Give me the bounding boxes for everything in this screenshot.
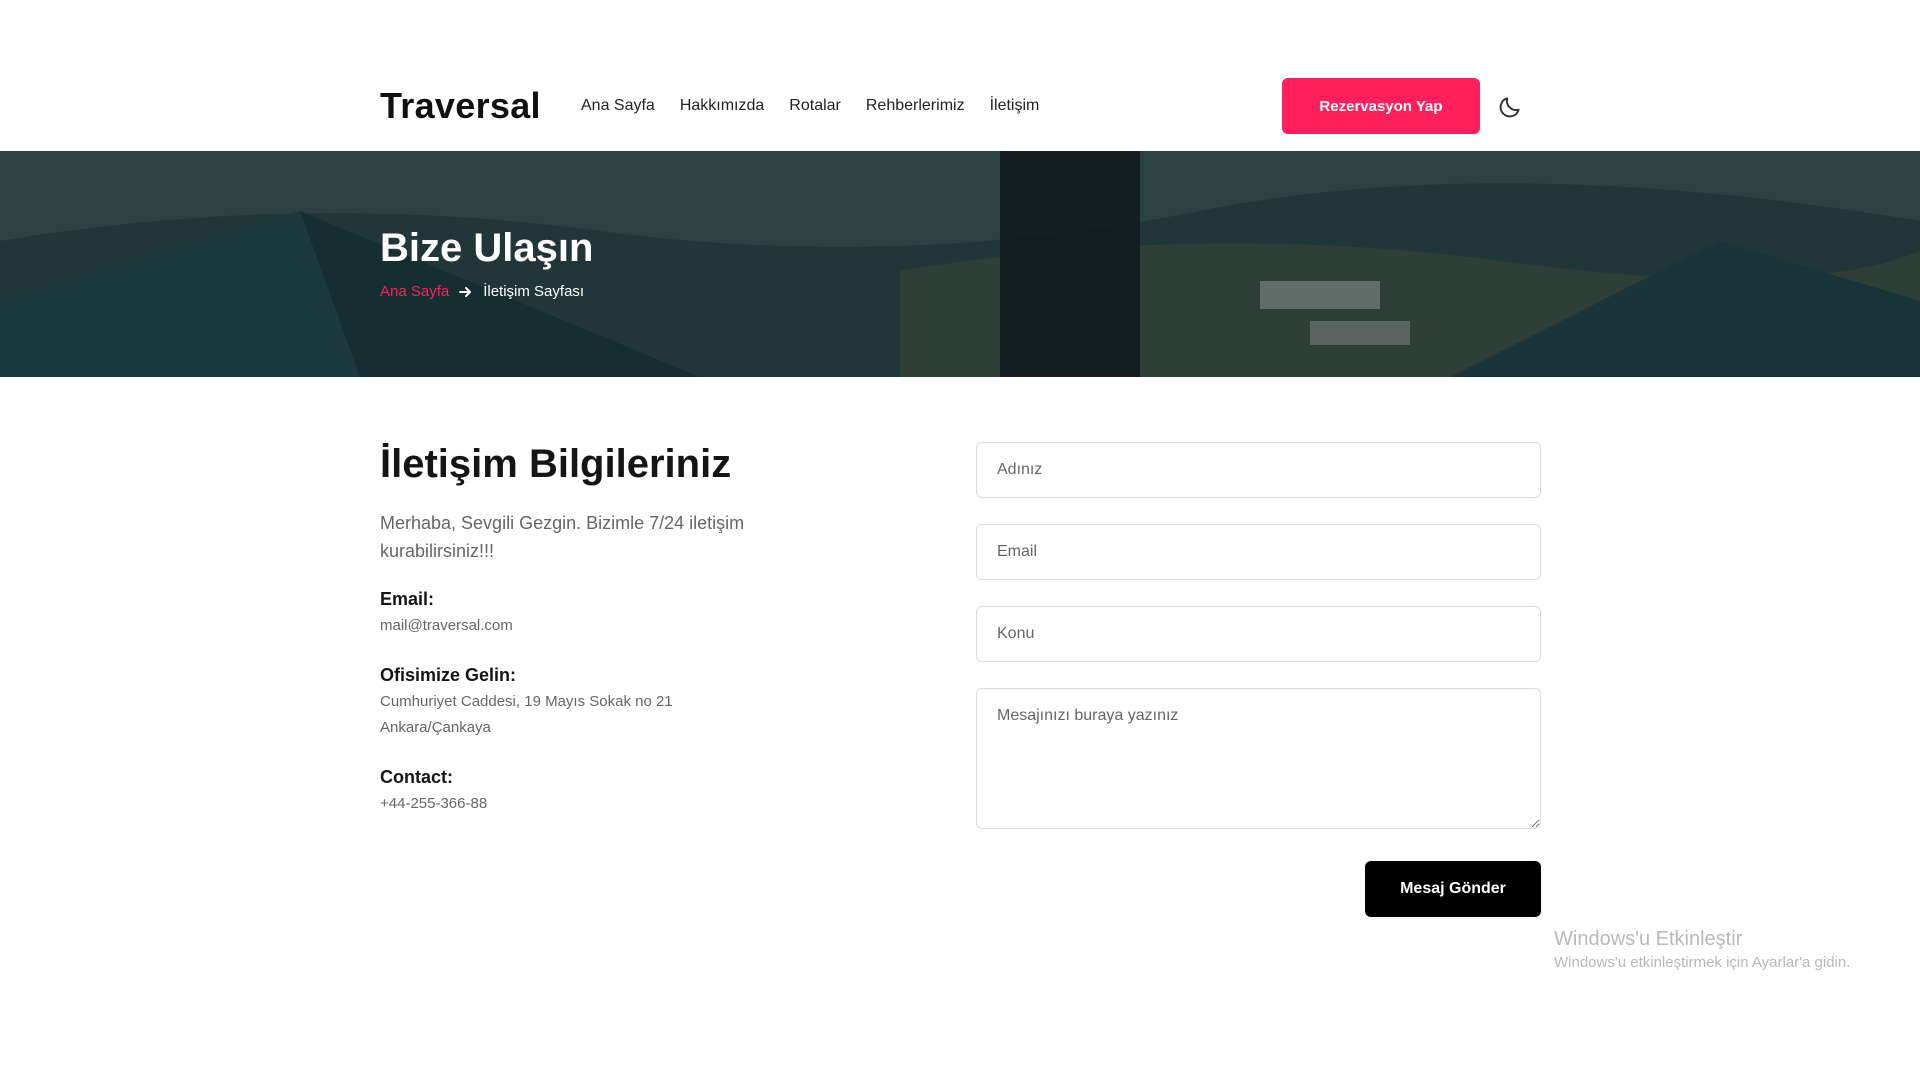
contact-info-intro: Merhaba, Sevgili Gezgin. Bizimle 7/24 il… [380,513,745,561]
contact-phone: +44-255-366-88 [380,795,488,812]
hero-banner: Bize Ulaşın Ana Sayfa İletişim Sayfası [0,151,1920,377]
nav-item-about[interactable]: Hakkımızda [680,95,764,117]
office-label: Ofisimize Gelin: [380,665,517,685]
contact-info-title: İletişim Bilgileriniz [380,442,732,486]
email-value: mail@traversal.com [380,617,513,634]
email-input[interactable] [976,524,1541,580]
office-address-line1: Cumhuriyet Caddesi, 19 Mayıs Sokak no 21 [380,693,673,710]
breadcrumb-home-link[interactable]: Ana Sayfa [380,283,449,300]
windows-activation-subtitle: Windows'u etkinleştirmek için Ayarlar'a … [1554,954,1851,971]
breadcrumb-current: İletişim Sayfası [483,283,585,300]
breadcrumb: Ana Sayfa İletişim Sayfası [380,283,584,300]
reserve-button[interactable]: Rezervasyon Yap [1282,78,1480,134]
message-textarea[interactable] [976,688,1541,829]
site-logo[interactable]: Traversal [380,85,541,127]
windows-activation-title: Windows'u Etkinleştir [1554,928,1743,950]
nav-item-contact[interactable]: İletişim [990,95,1040,117]
nav-item-guides[interactable]: Rehberlerimiz [866,95,965,117]
moon-icon[interactable] [1497,94,1523,120]
contact-label: Contact: [380,767,453,787]
nav-item-home[interactable]: Ana Sayfa [581,95,655,117]
main-nav: Ana Sayfa Hakkımızda Rotalar Rehberlerim… [581,95,1064,117]
office-address-line2: Ankara/Çankaya [380,719,491,736]
email-label: Email: [380,589,435,609]
page-title: Bize Ulaşın [380,226,594,270]
site-header: Traversal Ana Sayfa Hakkımızda Rotalar R… [0,0,1920,151]
arrow-right-icon [459,286,472,297]
subject-input[interactable] [976,606,1541,662]
send-message-button[interactable]: Mesaj Gönder [1365,861,1541,917]
name-input[interactable] [976,442,1541,498]
nav-item-routes[interactable]: Rotalar [789,95,841,117]
hero-overlay [0,151,1920,377]
